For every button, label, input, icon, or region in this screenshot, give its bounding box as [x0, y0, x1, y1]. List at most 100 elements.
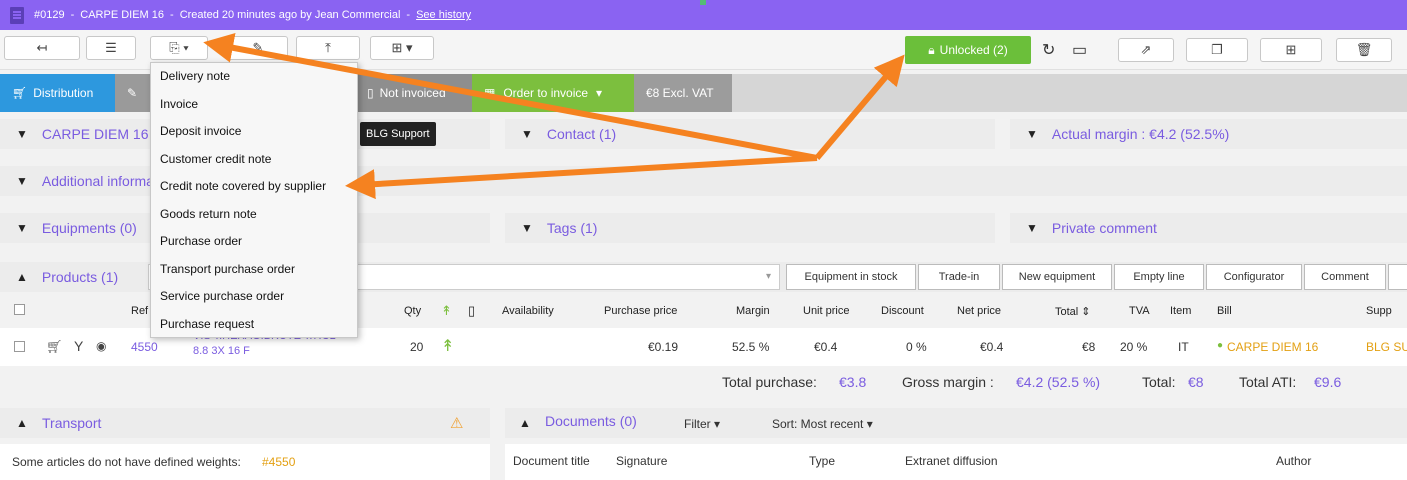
delivery-icon: ↟	[441, 303, 452, 318]
refresh-icon[interactable]: ↻	[1042, 40, 1055, 60]
doc-col-type[interactable]: Type	[809, 454, 835, 468]
menu-item-invoice[interactable]: Invoice	[151, 91, 357, 119]
share-icon: ⇗	[1140, 42, 1152, 57]
row-checkbox[interactable]	[14, 341, 25, 352]
col-discount[interactable]: Discount	[881, 305, 924, 317]
doc-col-extranet[interactable]: Extranet diffusion	[905, 454, 998, 468]
list-button[interactable]: ☰	[86, 36, 136, 60]
invoice-icon: ▯	[468, 303, 476, 318]
monitor-icon[interactable]: ▭	[1072, 40, 1087, 60]
document-convert-icon: ⎘ ▾	[169, 40, 189, 55]
tools-button[interactable]: ✎	[228, 36, 288, 60]
row-unit-price[interactable]: €0.4	[814, 340, 837, 354]
col-tva[interactable]: TVA	[1129, 305, 1150, 317]
tags-section[interactable]: ▼ Tags (1)	[505, 213, 995, 243]
col-item[interactable]: Item	[1170, 305, 1191, 317]
caret-up-icon: ▲	[16, 270, 28, 284]
caret-down-icon: ▼	[16, 174, 28, 188]
gross-margin-label: Gross margin :	[902, 374, 994, 390]
products-section-toggle[interactable]: ▲ Products (1)	[0, 262, 146, 292]
col-unit-price[interactable]: Unit price	[803, 305, 849, 317]
row-item[interactable]: IT	[1178, 340, 1189, 354]
row-qty[interactable]: 20	[410, 340, 423, 354]
hierarchy-button-2[interactable]: ⊞	[1260, 38, 1322, 62]
transport-article-link[interactable]: #4550	[262, 455, 295, 469]
trade-in-button[interactable]: Trade-in	[918, 264, 1000, 290]
total-value: €8	[1188, 374, 1204, 390]
doc-col-signature[interactable]: Signature	[616, 454, 667, 468]
row-designation-line2[interactable]: 8.8 3X 16 F	[193, 345, 250, 357]
menu-item-customer-credit-note[interactable]: Customer credit note	[151, 146, 357, 174]
title-separator: -	[170, 9, 174, 21]
row-bill-link[interactable]: CARPE DIEM 16	[1227, 340, 1318, 354]
copy-button[interactable]: ❐	[1186, 38, 1248, 62]
unlocked-button[interactable]: 🔒︎ Unlocked (2)	[905, 36, 1031, 64]
bill-status-dot-icon: ●	[1217, 340, 1224, 351]
menu-item-service-purchase-order[interactable]: Service purchase order	[151, 283, 357, 311]
delivery-icon: ↟	[441, 338, 455, 355]
col-qty[interactable]: Qty	[404, 305, 421, 317]
col-purchase-price[interactable]: Purchase price	[604, 305, 677, 317]
margin-section[interactable]: ▼ Actual margin : €4.2 (52.5%)	[1010, 119, 1407, 149]
doc-col-author[interactable]: Author	[1276, 454, 1311, 468]
edit-icon: ✎	[127, 86, 138, 100]
filter-label: Filter	[684, 417, 711, 431]
menu-item-goods-return-note[interactable]: Goods return note	[151, 201, 357, 229]
private-comment-section[interactable]: ▼ Private comment	[1010, 213, 1407, 243]
hierarchy-button[interactable]: ⊞ ▾	[370, 36, 434, 60]
warning-icon: ⚠	[450, 415, 464, 432]
cart-icon[interactable]: 🛒︎	[46, 339, 63, 355]
row-supplier-link[interactable]: BLG SUPPORT	[1366, 340, 1407, 354]
col-total[interactable]: Total ⇕	[1055, 305, 1091, 318]
status-distribution[interactable]: 🛒︎ Distribution	[0, 74, 115, 112]
share-button[interactable]: ⇗	[1118, 38, 1174, 62]
equipment-in-stock-button[interactable]: Equipment in stock	[786, 264, 916, 290]
transform-document-button[interactable]: ⎘ ▾	[150, 36, 208, 60]
col-margin[interactable]: Margin	[736, 305, 770, 317]
caret-down-icon: ▼	[521, 127, 533, 141]
col-net-price[interactable]: Net price	[957, 305, 1001, 317]
menu-item-delivery-note[interactable]: Delivery note	[151, 63, 357, 91]
row-ref-link[interactable]: 4550	[131, 340, 158, 354]
more-button[interactable]	[1388, 264, 1407, 290]
col-bill[interactable]: Bill	[1217, 305, 1232, 317]
status-edit[interactable]: ✎	[115, 74, 153, 112]
upload-button[interactable]: ⤒	[296, 36, 360, 60]
delete-button[interactable]: 🗑︎	[1336, 38, 1392, 62]
menu-item-purchase-request[interactable]: Purchase request	[151, 311, 357, 339]
documents-filter[interactable]: Filter ▾	[684, 417, 720, 431]
menu-item-credit-note-supplier[interactable]: Credit note covered by supplier	[151, 173, 357, 201]
status-order-to-invoice[interactable]: ▦ Order to invoice ▾	[472, 74, 634, 112]
status-not-invoiced[interactable]: ▯ Not invoiced	[355, 74, 472, 112]
row-tva[interactable]: 20 %	[1120, 340, 1147, 354]
new-equipment-button[interactable]: New equipment	[1002, 264, 1112, 290]
support-badge: BLG Support	[360, 122, 436, 146]
documents-sort[interactable]: Sort: Most recent ▾	[772, 417, 873, 431]
unlocked-label: Unlocked (2)	[939, 43, 1008, 57]
doc-col-title[interactable]: Document title	[513, 454, 590, 468]
menu-item-deposit-invoice[interactable]: Deposit invoice	[151, 118, 357, 146]
back-button[interactable]: ↤	[4, 36, 80, 60]
status-order-label: Order to invoice	[503, 86, 589, 100]
comment-button[interactable]: Comment	[1304, 264, 1386, 290]
menu-item-purchase-order[interactable]: Purchase order	[151, 228, 357, 256]
eye-icon[interactable]: ◉	[96, 339, 106, 353]
select-all-checkbox[interactable]	[14, 304, 25, 315]
fork-icon[interactable]: Y	[74, 338, 83, 354]
doc-id: #0129	[34, 9, 65, 21]
col-availability[interactable]: Availability	[502, 305, 554, 317]
menu-item-transport-purchase-order[interactable]: Transport purchase order	[151, 256, 357, 284]
col-ref[interactable]: Ref	[131, 305, 148, 317]
contact-section[interactable]: ▼ Contact (1)	[505, 119, 995, 149]
row-discount[interactable]: 0 %	[906, 340, 927, 354]
documents-title[interactable]: Documents (0)	[545, 413, 637, 429]
row-margin[interactable]: 52.5 %	[732, 340, 769, 354]
see-history-link[interactable]: See history	[416, 9, 471, 21]
empty-line-button[interactable]: Empty line	[1114, 264, 1204, 290]
row-purchase-price[interactable]: €0.19	[648, 340, 678, 354]
col-supp[interactable]: Supp	[1366, 305, 1392, 317]
hierarchy-icon: ⊞	[1285, 42, 1297, 57]
caret-up-icon[interactable]: ▲	[519, 416, 531, 430]
transport-panel-header[interactable]: ▲ Transport ⚠	[0, 408, 490, 438]
configurator-button[interactable]: Configurator	[1206, 264, 1302, 290]
